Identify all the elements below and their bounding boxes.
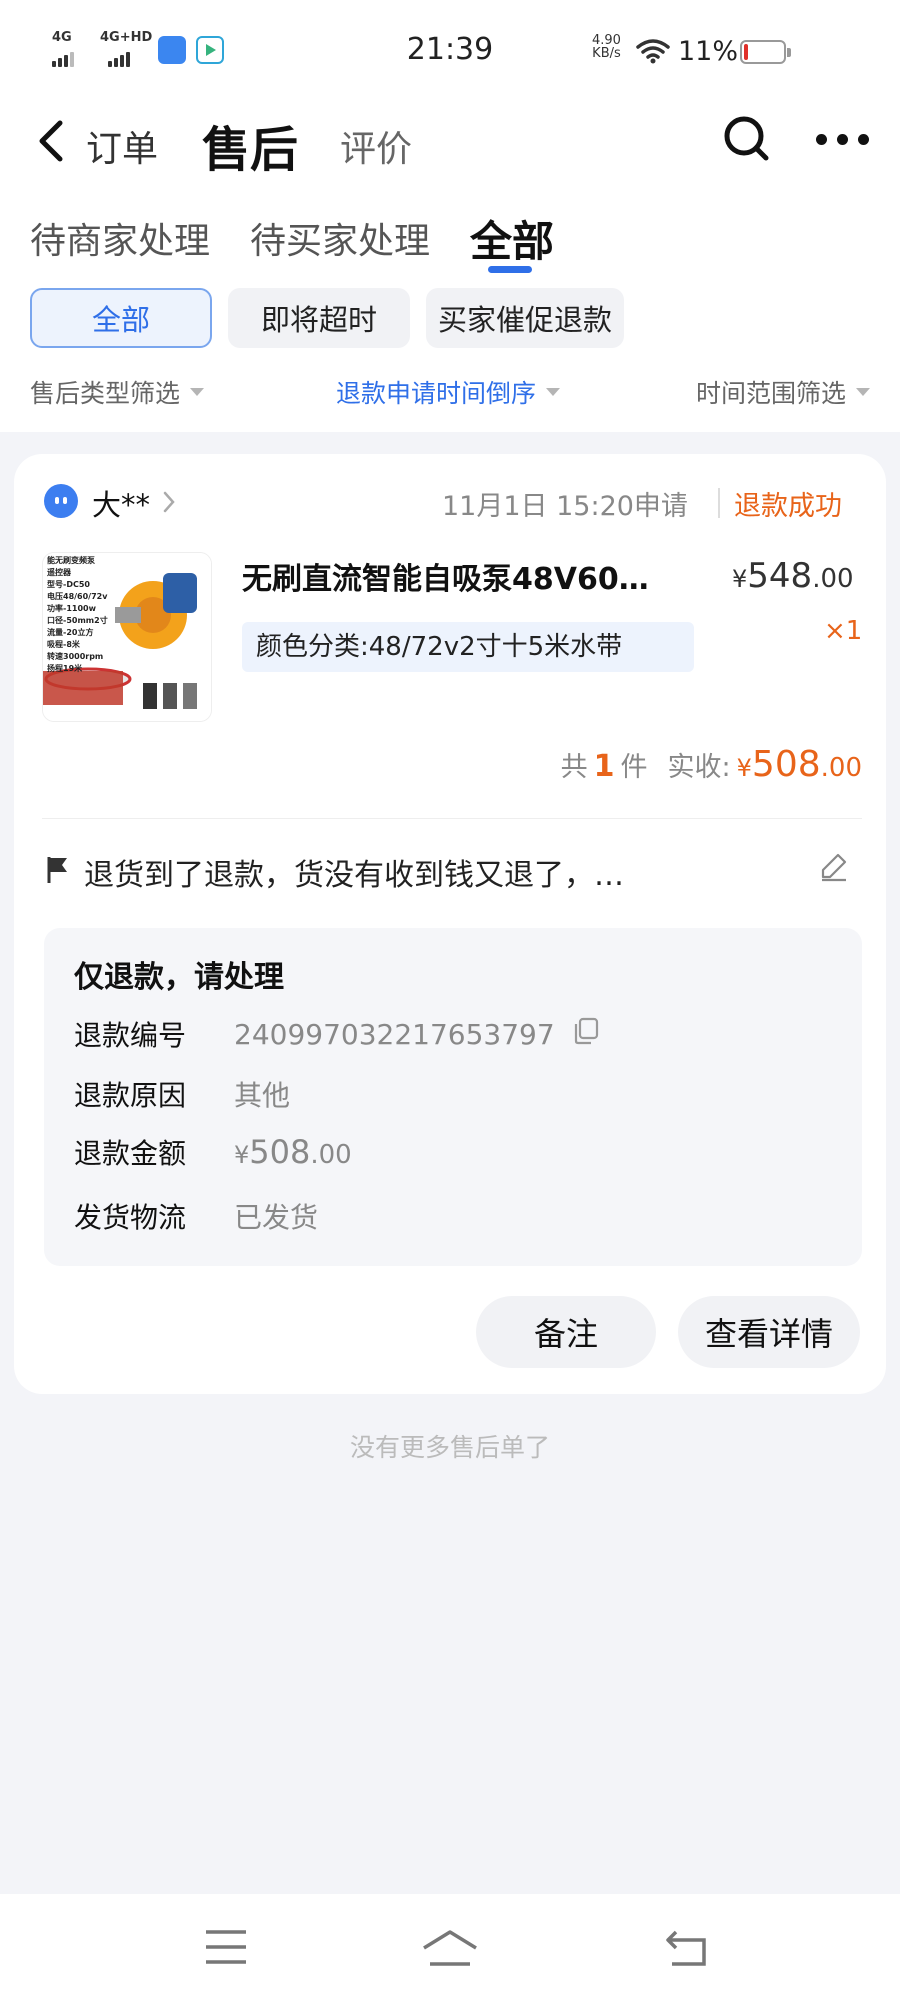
nav-bar: 订单 售后 评价: [0, 104, 900, 180]
system-nav-bar: [0, 1894, 900, 2000]
chevron-right-icon[interactable]: [162, 490, 176, 518]
filter-type-label: 售后类型筛选: [30, 379, 181, 408]
quick-filter-chips: 全部 即将超时 买家催促退款: [30, 288, 624, 348]
nav-tab-orders[interactable]: 订单: [86, 120, 158, 172]
refund-reason: 其他: [234, 1079, 291, 1112]
refund-number: 240997032217653797: [234, 1017, 555, 1051]
view-details-button[interactable]: 查看详情: [678, 1296, 860, 1368]
seller-avatar: [44, 484, 78, 518]
product-quantity: ×1: [824, 616, 863, 646]
divider: [718, 488, 720, 518]
divider: [42, 818, 862, 819]
refund-reason-row: 退款原因 其他: [74, 1074, 290, 1114]
filter-type[interactable]: 售后类型筛选: [30, 374, 205, 410]
refund-amount: ¥508.00: [234, 1133, 352, 1171]
battery-fill: [744, 44, 748, 60]
caret-down-icon: [856, 388, 871, 396]
nav-tab-reviews[interactable]: 评价: [340, 120, 412, 172]
thumbnail-spec-text: 能无刷变频泵 遥控器 型号-DC50 电压48/60/72v 功率-1100w …: [47, 556, 108, 673]
merchant-remark[interactable]: 退货到了退款，货没有收到钱又退了，…: [46, 850, 856, 894]
no-more-hint: 没有更多售后单了: [349, 1433, 550, 1462]
filter-row: 售后类型筛选 退款申请时间倒序 时间范围筛选: [0, 374, 900, 414]
search-icon[interactable]: [722, 114, 772, 168]
home-icon[interactable]: [420, 1928, 480, 1972]
tab-pending-merchant[interactable]: 待商家处理: [30, 212, 210, 264]
active-tab-indicator: [488, 266, 532, 273]
total-received: ¥508.00: [736, 744, 862, 785]
caret-down-icon: [546, 388, 561, 396]
refund-info-panel: 仅退款，请处理 退款编号 240997032217653797 退款原因 其他 …: [44, 928, 862, 1266]
shipping-row: 发货物流 已发货: [74, 1196, 318, 1236]
order-summary: 共 1 件 实收: ¥508.00: [560, 744, 862, 785]
filter-sort-label: 退款申请时间倒序: [336, 379, 537, 408]
flag-icon: [46, 855, 70, 889]
product-thumbnail[interactable]: 能无刷变频泵 遥控器 型号-DC50 电压48/60/72v 功率-1100w …: [42, 552, 212, 722]
wifi-icon: [636, 38, 670, 68]
battery-icon: [740, 40, 791, 64]
status-bar: 4G 4G+HD 21:39 4.90 KB/s 11%: [0, 28, 900, 76]
copy-icon[interactable]: [573, 1017, 599, 1052]
refund-status-badge: 退款成功: [734, 491, 842, 522]
seller-name[interactable]: 大**: [92, 482, 150, 524]
edit-pencil-icon[interactable]: [818, 850, 850, 886]
apply-time: 11月1日 15:20申请: [442, 491, 688, 522]
note-button[interactable]: 备注: [476, 1296, 656, 1368]
refund-info-title: 仅退款，请处理: [74, 960, 284, 995]
filter-range-label: 时间范围筛选: [696, 379, 847, 408]
product-name[interactable]: 无刷直流智能自吸泵48V60…: [242, 554, 694, 598]
shipping-status: 已发货: [234, 1201, 319, 1234]
status-tabs: 待商家处理 待买家处理 全部: [0, 206, 900, 276]
tab-all[interactable]: 全部: [470, 208, 554, 269]
remark-text: 退货到了退款，货没有收到钱又退了，…: [84, 858, 624, 893]
product-sku: 颜色分类:48/72v2寸十5米水带: [242, 622, 694, 672]
chip-all[interactable]: 全部: [30, 288, 212, 348]
after-sales-card: 大** 11月1日 15:20申请 退款成功 能无刷变频泵 遥控器 型号-DC5…: [14, 454, 886, 1394]
refund-number-row: 退款编号 240997032217653797: [74, 1014, 599, 1054]
chip-timeout-soon[interactable]: 即将超时: [228, 288, 410, 348]
chip-buyer-urged[interactable]: 买家催促退款: [426, 288, 624, 348]
network-speed-unit: KB/s: [592, 46, 621, 61]
tab-pending-buyer[interactable]: 待买家处理: [250, 212, 430, 264]
filter-range[interactable]: 时间范围筛选: [696, 374, 871, 410]
menu-icon[interactable]: [204, 1928, 248, 1970]
product-price: ¥548.00: [732, 556, 854, 596]
more-dots-icon[interactable]: [816, 134, 869, 145]
return-icon[interactable]: [664, 1928, 710, 1972]
refund-amount-row: 退款金额 ¥508.00: [74, 1133, 352, 1171]
back-chevron-icon[interactable]: [38, 120, 64, 166]
battery-percent: 11%: [678, 36, 739, 67]
nav-tab-after-sales[interactable]: 售后: [202, 110, 298, 180]
network-speed: 4.90 KB/s: [592, 34, 621, 60]
filter-sort[interactable]: 退款申请时间倒序: [336, 374, 561, 410]
caret-down-icon: [190, 388, 205, 396]
